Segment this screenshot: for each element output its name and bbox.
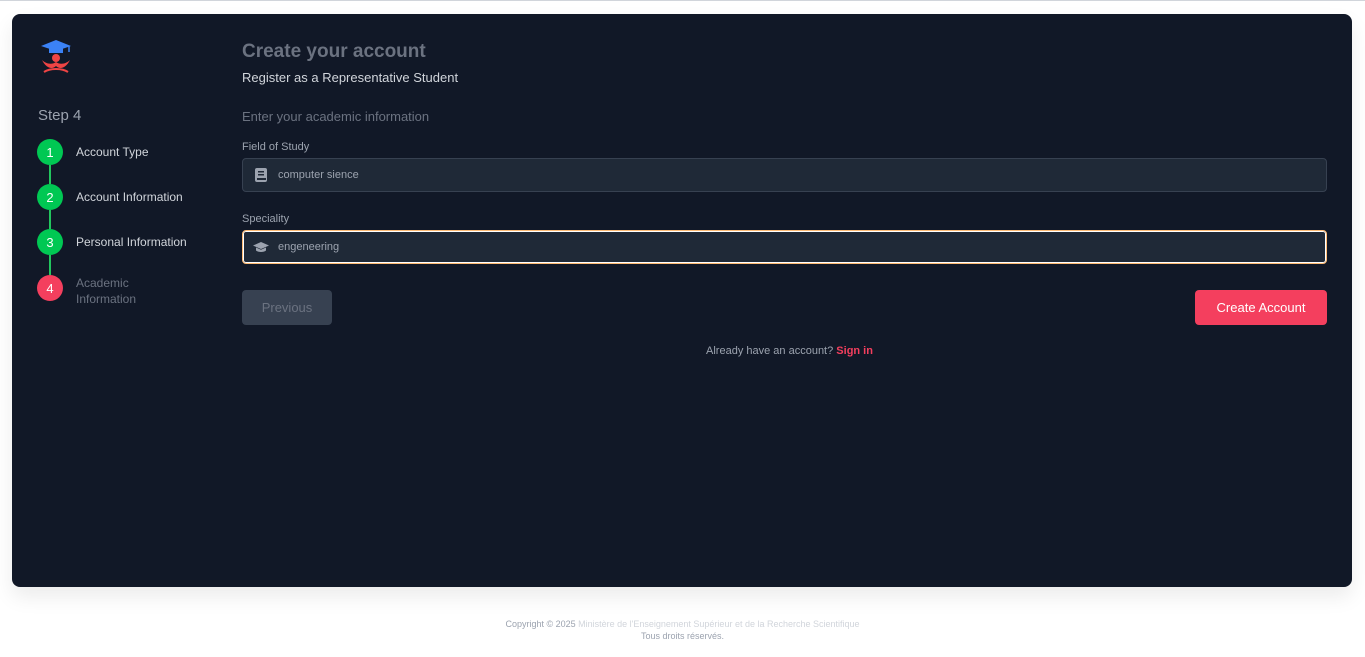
page-title: Create your account [242, 41, 426, 62]
footer-copyright: Copyright © 2025 [505, 619, 576, 629]
step-connector [49, 165, 51, 184]
footer-organization: Ministère de l'Enseignement Supérieur et… [578, 619, 860, 629]
step-label: Account Information [76, 190, 183, 204]
book-icon [253, 167, 269, 183]
create-account-button[interactable]: Create Account [1195, 290, 1327, 325]
step-number: 3 [37, 229, 63, 255]
logo-icon [38, 38, 74, 78]
step-connector [49, 255, 51, 275]
step-title: Step 4 [38, 107, 82, 124]
step-account-information: 2 Account Information [37, 184, 196, 210]
step-academic-information: 4 Academic Information [37, 275, 156, 307]
step-number: 4 [37, 275, 63, 301]
field-of-study-label: Field of Study [242, 141, 310, 153]
speciality-field[interactable] [242, 230, 1327, 264]
field-of-study-field[interactable] [242, 158, 1327, 192]
signin-prompt: Already have an account? [706, 345, 834, 357]
step-label: Academic Information [76, 276, 137, 306]
step-number: 1 [37, 139, 63, 165]
step-label: Personal Information [76, 235, 187, 249]
step-personal-information: 3 Personal Information [37, 229, 196, 255]
step-number: 2 [37, 184, 63, 210]
step-label: Account Type [76, 145, 149, 159]
speciality-input[interactable] [276, 240, 1326, 254]
signin-link[interactable]: Sign in [836, 345, 873, 357]
graduation-cap-icon [253, 239, 269, 255]
section-title: Enter your academic information [242, 109, 430, 124]
registration-card: Step 4 1 Account Type 2 Account Informat… [12, 14, 1352, 587]
footer-rights: Tous droits réservés. [640, 631, 725, 641]
step-account-type: 1 Account Type [37, 139, 196, 165]
field-of-study-input[interactable] [276, 168, 1326, 182]
footer-copyright-line: Copyright © 2025 Ministère de l'Enseigne… [0, 618, 1365, 630]
page-subtitle: Register as a Representative Student [242, 70, 459, 85]
top-divider [0, 0, 1365, 1]
step-connector [49, 210, 51, 229]
previous-button[interactable]: Previous [242, 290, 332, 325]
footer: Copyright © 2025 Ministère de l'Enseigne… [0, 618, 1365, 642]
speciality-label: Speciality [242, 213, 290, 225]
signin-row: Already have an account? Sign in [242, 345, 1337, 357]
